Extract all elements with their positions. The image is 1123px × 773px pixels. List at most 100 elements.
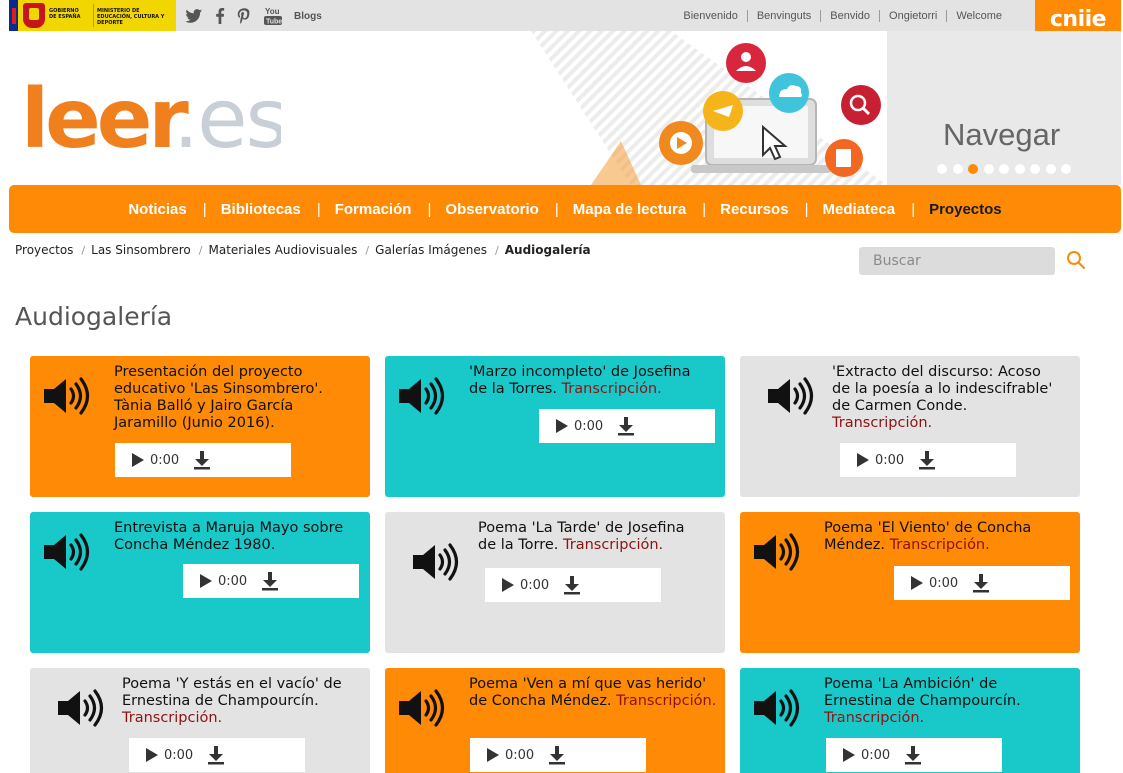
transcription-link[interactable]: Transcripción. bbox=[824, 710, 924, 726]
transcription-link[interactable]: Transcripción. bbox=[122, 710, 222, 726]
speaker-icon bbox=[397, 688, 447, 728]
breadcrumb-separator: / bbox=[365, 244, 370, 257]
cniie-logo[interactable]: cniie bbox=[1035, 0, 1121, 31]
spain-flag-stripe bbox=[12, 8, 16, 24]
nav-mapa-de-lectura[interactable]: Mapa de lectura bbox=[556, 201, 707, 218]
logo-suffix-text: .es bbox=[173, 79, 281, 157]
svg-text:You: You bbox=[265, 7, 280, 16]
carousel-dot-4[interactable] bbox=[983, 164, 994, 174]
search-input[interactable] bbox=[859, 247, 1055, 275]
audio-player: 0:00 bbox=[840, 443, 1016, 477]
carousel-dot-1[interactable] bbox=[937, 164, 947, 174]
download-icon[interactable] bbox=[918, 450, 936, 470]
breadcrumb-separator: / bbox=[495, 244, 499, 257]
carousel-dot-7[interactable] bbox=[1030, 164, 1040, 174]
breadcrumb-materiales-audiovisuales[interactable]: Materiales Audiovisuales bbox=[209, 243, 358, 257]
audio-player: 0:00 bbox=[539, 409, 715, 443]
speaker-icon bbox=[411, 542, 461, 582]
coat-of-arms-icon bbox=[23, 3, 45, 28]
download-icon[interactable] bbox=[548, 745, 566, 765]
download-icon[interactable] bbox=[207, 745, 225, 765]
language-links: Bienvenido Benvinguts Benvido Ongietorri… bbox=[674, 10, 1011, 22]
carousel-label: Navegar bbox=[943, 117, 1061, 152]
audio-player: 0:00 bbox=[894, 566, 1070, 600]
blogs-link[interactable]: Blogs bbox=[294, 7, 322, 25]
speaker-icon bbox=[42, 376, 92, 416]
site-header: leer .es Navegar bbox=[9, 31, 1121, 185]
audio-card-title: Poema 'La Ambición' de Ernestina de Cham… bbox=[824, 676, 1046, 727]
breadcrumb-proyectos[interactable]: Proyectos bbox=[15, 243, 73, 257]
nav-formacion[interactable]: Formación bbox=[318, 201, 431, 218]
play-icon[interactable] bbox=[852, 450, 872, 470]
lang-bienvenido[interactable]: Bienvenido bbox=[674, 10, 746, 22]
audio-card-title: Poema 'La Tarde' de Josefina de la Torre… bbox=[478, 520, 700, 554]
social-links: You Tube Blogs bbox=[185, 7, 334, 26]
playback-time: 0:00 bbox=[218, 573, 248, 589]
transcription-link[interactable]: Transcripción. bbox=[616, 693, 716, 709]
audio-player: 0:00 bbox=[485, 568, 661, 602]
transcription-link[interactable]: Transcripción. bbox=[562, 381, 662, 397]
play-icon[interactable] bbox=[497, 575, 517, 595]
carousel-dot-2[interactable] bbox=[952, 164, 963, 174]
lang-ongietorri[interactable]: Ongietorri bbox=[879, 10, 946, 22]
carousel-dot-8[interactable] bbox=[1045, 164, 1056, 174]
transcription-link[interactable]: Transcripción. bbox=[832, 415, 932, 431]
nav-recursos[interactable]: Recursos bbox=[703, 201, 809, 218]
breadcrumb-las-sinsombrero[interactable]: Las Sinsombrero bbox=[91, 243, 191, 257]
play-icon[interactable] bbox=[551, 416, 571, 436]
nav-noticias[interactable]: Noticias bbox=[111, 201, 207, 218]
speaker-icon bbox=[752, 688, 802, 728]
facebook-icon[interactable] bbox=[215, 7, 225, 25]
transcription-link[interactable]: Transcripción. bbox=[563, 537, 663, 553]
audio-card: Presentación del proyecto educativo 'Las… bbox=[30, 356, 370, 497]
search-icon[interactable] bbox=[1066, 250, 1086, 270]
youtube-icon[interactable]: You Tube bbox=[264, 7, 282, 26]
play-icon[interactable] bbox=[906, 573, 926, 593]
leer-es-logo[interactable]: leer .es bbox=[21, 72, 288, 167]
download-icon[interactable] bbox=[617, 416, 635, 436]
speaker-icon bbox=[42, 532, 92, 572]
carousel-dot-5[interactable] bbox=[999, 164, 1009, 174]
breadcrumb-galerias-imagenes[interactable]: Galerías Imágenes bbox=[375, 243, 487, 257]
audio-card-title: Entrevista a Maruja Mayo sobre Concha Mé… bbox=[114, 520, 354, 554]
playback-time: 0:00 bbox=[520, 577, 550, 593]
download-icon[interactable] bbox=[972, 573, 990, 593]
carousel-dot-9[interactable] bbox=[1061, 164, 1071, 174]
transcription-link[interactable]: Transcripción. bbox=[890, 537, 990, 553]
lang-welcome[interactable]: Welcome bbox=[946, 10, 1011, 22]
playback-time: 0:00 bbox=[150, 452, 180, 468]
audio-player: 0:00 bbox=[129, 738, 305, 772]
audio-card: Entrevista a Maruja Mayo sobre Concha Mé… bbox=[30, 512, 370, 653]
audio-card-title: Poema 'Y estás en el vacío' de Ernestina… bbox=[122, 676, 354, 727]
top-bar: GOBIERNO DE ESPAÑA MINISTERIO DE EDUCACI… bbox=[9, 0, 1121, 31]
play-icon[interactable] bbox=[482, 745, 502, 765]
nav-bibliotecas[interactable]: Bibliotecas bbox=[204, 201, 321, 218]
main-nav: Noticias Bibliotecas Formación Observato… bbox=[9, 185, 1121, 233]
audio-card: 'Marzo incompleto' de Josefina de la Tor… bbox=[385, 356, 725, 497]
nav-mediateca[interactable]: Mediateca bbox=[806, 201, 915, 218]
download-icon[interactable] bbox=[904, 745, 922, 765]
download-icon[interactable] bbox=[193, 450, 211, 470]
twitter-icon[interactable] bbox=[185, 7, 203, 25]
nav-proyectos[interactable]: Proyectos bbox=[912, 201, 1019, 218]
download-icon[interactable] bbox=[563, 575, 581, 595]
play-icon[interactable] bbox=[838, 745, 858, 765]
breadcrumb-current: Audiogalería bbox=[504, 243, 591, 257]
download-icon[interactable] bbox=[261, 571, 279, 591]
carousel-dot-6[interactable] bbox=[1014, 164, 1025, 174]
audio-player: 0:00 bbox=[183, 564, 359, 598]
breadcrumb-separator: / bbox=[198, 244, 203, 257]
audio-card: Poema 'El Viento' de Concha Méndez. Tran… bbox=[740, 512, 1080, 653]
play-icon[interactable] bbox=[195, 571, 215, 591]
pinterest-icon[interactable] bbox=[237, 7, 252, 25]
lang-benvido[interactable]: Benvido bbox=[820, 10, 879, 22]
audio-card: Poema 'La Tarde' de Josefina de la Torre… bbox=[385, 512, 725, 653]
audio-card: Poema 'Y estás en el vacío' de Ernestina… bbox=[30, 668, 370, 773]
play-icon[interactable] bbox=[127, 450, 147, 470]
playback-time: 0:00 bbox=[164, 747, 194, 763]
play-icon[interactable] bbox=[141, 745, 161, 765]
carousel-dot-3[interactable] bbox=[968, 164, 978, 174]
nav-observatorio[interactable]: Observatorio bbox=[428, 201, 559, 218]
lang-benvinguts[interactable]: Benvinguts bbox=[746, 10, 820, 22]
government-logo[interactable]: GOBIERNO DE ESPAÑA MINISTERIO DE EDUCACI… bbox=[9, 0, 176, 31]
